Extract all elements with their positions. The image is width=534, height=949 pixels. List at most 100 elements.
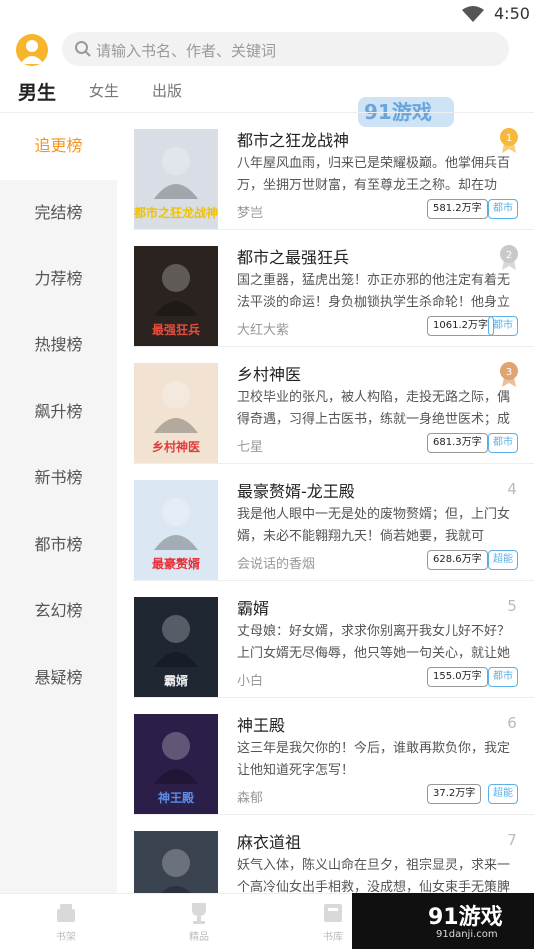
- book-row[interactable]: 麻衣道祖妖气入体，陈义山命在旦夕，祖宗显灵，求来一个高冷仙女出手相救，没成想，仙…: [117, 815, 534, 893]
- search-placeholder: 请输入书名、作者、关键词: [96, 42, 277, 60]
- book-cover-image: 最强狂兵: [134, 246, 218, 346]
- genre-tag: 超能: [488, 550, 518, 570]
- sidebar-item-rising[interactable]: 飙升榜: [0, 379, 117, 445]
- genre-tag: 都市: [488, 433, 518, 453]
- genre-tag: 都市: [488, 199, 518, 219]
- watermark-banner: 91游戏 91danji.com: [352, 893, 534, 949]
- sidebar-item-recommend[interactable]: 力荐榜: [0, 246, 117, 312]
- word-count-badge: 628.6万字: [427, 550, 488, 570]
- ranking-sidebar: 追更榜 完结榜 力荐榜 热搜榜 飙升榜 新书榜 都市榜 玄幻榜 悬疑榜: [0, 113, 117, 893]
- book-row[interactable]: 都市之狂龙战神 都市之狂龙战神 八年屋风血雨，归来已是荣耀极巅。他掌佣兵百万，坐拥万…: [117, 113, 534, 230]
- book-description: 八年屋风血雨，归来已是荣耀极巅。他掌佣兵百万，坐拥万世财富，有至尊龙王之称。却在…: [237, 156, 511, 193]
- rank-number: 7: [507, 831, 517, 849]
- avatar[interactable]: [16, 34, 48, 66]
- book-cover[interactable]: 神王殿: [134, 714, 218, 814]
- rank-medal-icon: 2: [500, 245, 518, 270]
- rank-medal-icon: 3: [500, 362, 518, 387]
- book-row[interactable]: 霸婿 霸婿 丈母娘：好女婿，求求你别离开我女儿好不好？上门女婿无尽侮辱，他只等她一句…: [117, 581, 534, 698]
- book-cover-image: 神王殿: [134, 714, 218, 814]
- book-title[interactable]: 麻衣道祖: [237, 829, 301, 853]
- book-cover[interactable]: [134, 831, 218, 893]
- sidebar-item-city[interactable]: 都市榜: [0, 512, 117, 578]
- genre-tag: 都市: [488, 316, 518, 336]
- svg-text:最豪赘婿: 最豪赘婿: [152, 556, 200, 571]
- watermark-text: 91游戏: [428, 905, 503, 930]
- book-cover[interactable]: 最豪赘婿: [134, 480, 218, 580]
- trophy-icon: [192, 903, 206, 924]
- book-cover[interactable]: 最强狂兵: [134, 246, 218, 346]
- book-author: 大红大紫: [237, 323, 290, 338]
- library-icon: [324, 904, 342, 922]
- book-list: 都市之狂龙战神 都市之狂龙战神 八年屋风血雨，归来已是荣耀极巅。他掌佣兵百万，坐拥万…: [117, 113, 534, 893]
- book-cover-image: 最豪赘婿: [134, 480, 218, 580]
- tab-male[interactable]: 男生: [18, 78, 56, 105]
- status-bar: 4:50: [0, 0, 534, 28]
- search-bar[interactable]: 请输入书名、作者、关键词: [62, 32, 509, 66]
- search-icon: [75, 41, 91, 57]
- book-row[interactable]: 最豪赘婿 最豪赘婿-龙王殿我是他人眼中一无是处的废物赘婿；但，上门女婿，未必不能翱…: [117, 464, 534, 581]
- book-description: 我是他人眼中一无是处的废物赘婿；但，上门女婿，未必不能翱翔九天！倘若她要，我就可…: [237, 507, 511, 544]
- top-bar: 请输入书名、作者、关键词: [0, 28, 534, 72]
- svg-text:1: 1: [506, 133, 512, 144]
- sidebar-item-mystery[interactable]: 悬疑榜: [0, 645, 117, 711]
- book-author: 梦岂: [237, 206, 264, 221]
- word-count-badge: 37.2万字: [427, 784, 482, 804]
- book-row[interactable]: 最强狂兵 都市之最强狂兵国之重器，猛虎出笼！亦正亦邪的他注定有着无法平淡的命运！身…: [117, 230, 534, 347]
- book-description: 国之重器，猛虎出笼！亦正亦邪的他注定有着无法平淡的命运！身负枷锁执学生杀命轮！他…: [237, 273, 511, 310]
- book-author: 会说话的香烟: [237, 557, 316, 572]
- rank-number: 4: [507, 480, 517, 498]
- svg-text:神王殿: 神王殿: [158, 790, 195, 805]
- status-time: 4:50: [494, 4, 530, 23]
- wifi-icon: [462, 6, 484, 22]
- book-title[interactable]: 神王殿: [237, 712, 285, 736]
- book-title[interactable]: 最豪赘婿-龙王殿: [237, 478, 355, 502]
- tab-female[interactable]: 女生: [89, 80, 119, 101]
- book-title[interactable]: 乡村神医: [237, 361, 301, 385]
- tab-publish[interactable]: 出版: [152, 80, 182, 101]
- svg-text:霸婿: 霸婿: [164, 673, 188, 688]
- book-author: 七星: [237, 440, 264, 455]
- book-title[interactable]: 都市之狂龙战神: [237, 127, 349, 151]
- book-cover-image: 都市之狂龙战神: [134, 129, 218, 229]
- svg-text:乡村神医: 乡村神医: [152, 439, 200, 454]
- book-cover[interactable]: 乡村神医: [134, 363, 218, 463]
- book-cover[interactable]: 霸婿: [134, 597, 218, 697]
- book-cover-image: 乡村神医: [134, 363, 218, 463]
- word-count-badge: 1061.2万字: [427, 316, 494, 336]
- book-author: 森郁: [237, 791, 264, 806]
- book-cover[interactable]: 都市之狂龙战神: [134, 129, 218, 229]
- book-description: 妖气入体，陈义山命在旦夕，祖宗显灵，求来一个高冷仙女出手相救，没成想，仙女束手无…: [237, 858, 511, 893]
- word-count-badge: 681.3万字: [427, 433, 488, 453]
- genre-tag: 都市: [488, 667, 518, 687]
- svg-text:都市之狂龙战神: 都市之狂龙战神: [134, 205, 218, 220]
- book-title[interactable]: 霸婿: [237, 595, 269, 619]
- svg-text:最强狂兵: 最强狂兵: [152, 322, 200, 337]
- book-description: 卫校毕业的张凡，被人构陷，走投无路之际，偶得奇遇，习得上古医书，练就一身绝世医术…: [237, 390, 511, 427]
- book-title[interactable]: 都市之最强狂兵: [237, 244, 349, 268]
- book-cover-image: [134, 831, 218, 893]
- svg-text:2: 2: [506, 250, 512, 261]
- sidebar-item-hotsearch[interactable]: 热搜榜: [0, 312, 117, 378]
- sidebar-item-fantasy[interactable]: 玄幻榜: [0, 578, 117, 644]
- word-count-badge: 581.2万字: [427, 199, 488, 219]
- sidebar-item-follow[interactable]: 追更榜: [0, 113, 117, 179]
- bookshelf-icon: [57, 904, 75, 922]
- user-avatar-icon: [20, 40, 44, 64]
- book-author: 小白: [237, 674, 264, 689]
- svg-text:3: 3: [506, 367, 512, 378]
- book-row[interactable]: 神王殿 神王殿 这三年是我欠你的！今后，谁敢再欺负你，我定让他知道死字怎写！ 森郁 37…: [117, 698, 534, 815]
- rank-number: 6: [507, 714, 517, 732]
- sidebar-item-new[interactable]: 新书榜: [0, 445, 117, 511]
- sidebar-item-finished[interactable]: 完结榜: [0, 180, 117, 246]
- book-description: 丈母娘：好女婿，求求你别离开我女儿好不好？上门女婿无尽侮辱，他只等她一句关心，就…: [237, 624, 511, 661]
- tab-bookshelf[interactable]: 书架: [36, 900, 96, 943]
- rank-number: 5: [507, 597, 517, 615]
- tab-bookshelf-label: 书架: [56, 932, 76, 943]
- word-count-badge: 155.0万字: [427, 667, 488, 687]
- rank-medal-icon: 1: [500, 128, 518, 153]
- tab-featured[interactable]: 精品: [169, 900, 229, 943]
- book-row[interactable]: 乡村神医 乡村神医 卫校毕业的张凡，被人构陷，走投无路之际，偶得奇遇，习得上古医书，…: [117, 347, 534, 464]
- book-cover-image: 霸婿: [134, 597, 218, 697]
- tab-featured-label: 精品: [189, 932, 209, 943]
- watermark-url: 91danji.com: [436, 929, 498, 940]
